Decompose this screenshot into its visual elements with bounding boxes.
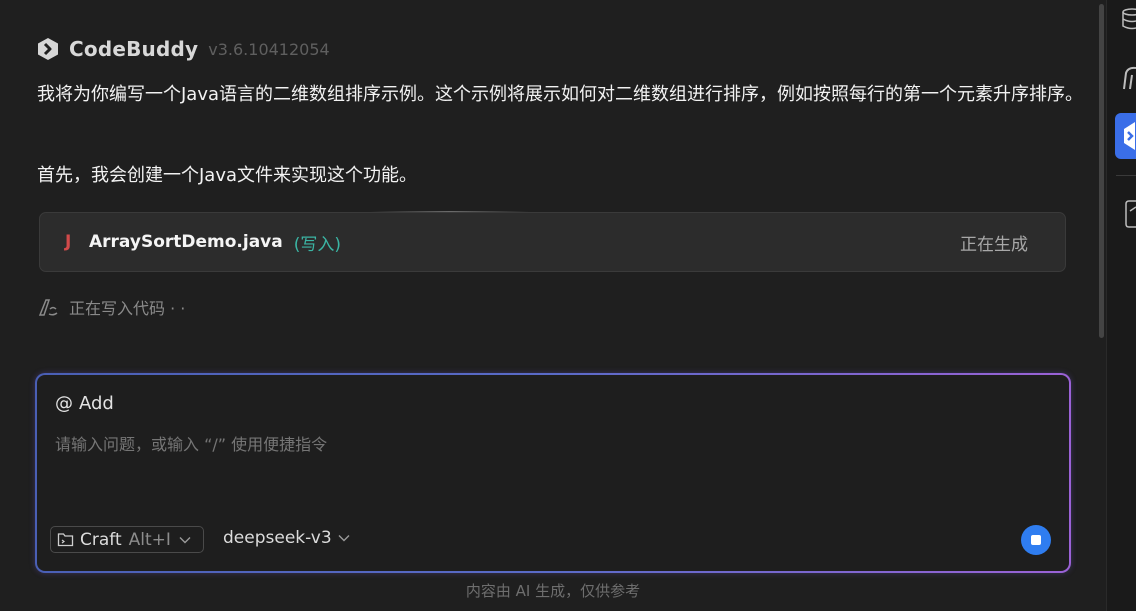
at-icon: @ <box>55 393 73 414</box>
stop-icon <box>1031 535 1041 545</box>
writing-pen-icon <box>38 299 58 316</box>
codebuddy-side-icon <box>1124 122 1135 150</box>
disclaimer: 内容由 AI 生成，仅供参考 <box>465 582 641 600</box>
writing-status-text: 正在写入代码 · · <box>69 299 186 318</box>
chevron-down-icon <box>179 536 191 543</box>
brand-name: CodeBuddy <box>69 37 199 61</box>
scrollbar[interactable] <box>1099 4 1104 338</box>
assistant-message: 我将为你编写一个Java语言的二维数组排序示例。这个示例将展示如何对二维数组进行… <box>37 84 1084 105</box>
mode-selector[interactable]: Craft Alt+I <box>50 526 204 553</box>
add-context-button[interactable]: @ Add <box>55 393 114 414</box>
folder-icon <box>57 533 74 547</box>
chat-panel: CodeBuddy v3.6.10412054 我将为你编写一个Java语言的二… <box>0 0 1106 611</box>
file-card[interactable]: J ArraySortDemo.java (写入) 正在生成 <box>39 212 1066 272</box>
stop-button[interactable] <box>1021 525 1051 555</box>
java-file-icon: J <box>65 232 72 252</box>
activity-divider <box>1116 175 1136 176</box>
activity-bar <box>1106 0 1136 611</box>
file-status: 正在生成 <box>960 234 1028 255</box>
assistant-message: 首先，我会创建一个Java文件来实现这个功能。 <box>37 165 418 186</box>
mode-label: Craft <box>80 529 122 550</box>
mode-shortcut: Alt+I <box>128 529 171 550</box>
model-selector[interactable]: deepseek-v3 <box>223 528 350 548</box>
file-name[interactable]: ArraySortDemo.java <box>89 232 283 252</box>
file-icon[interactable] <box>1124 197 1136 229</box>
model-label: deepseek-v3 <box>223 528 332 548</box>
chat-input-box[interactable]: @ Add Craft Alt+I deepseek-v3 <box>35 373 1071 573</box>
chat-header: CodeBuddy v3.6.10412054 <box>36 36 330 62</box>
codebuddy-logo-icon <box>38 38 58 60</box>
version-label: v3.6.10412054 <box>208 39 330 59</box>
chat-input[interactable] <box>55 435 955 454</box>
database-icon[interactable] <box>1120 6 1136 32</box>
writing-status: 正在写入代码 · · <box>37 295 185 319</box>
add-label: Add <box>79 393 114 414</box>
snippet-icon[interactable] <box>1120 63 1136 91</box>
chevron-down-icon <box>338 535 350 542</box>
file-action: (写入) <box>293 234 341 255</box>
